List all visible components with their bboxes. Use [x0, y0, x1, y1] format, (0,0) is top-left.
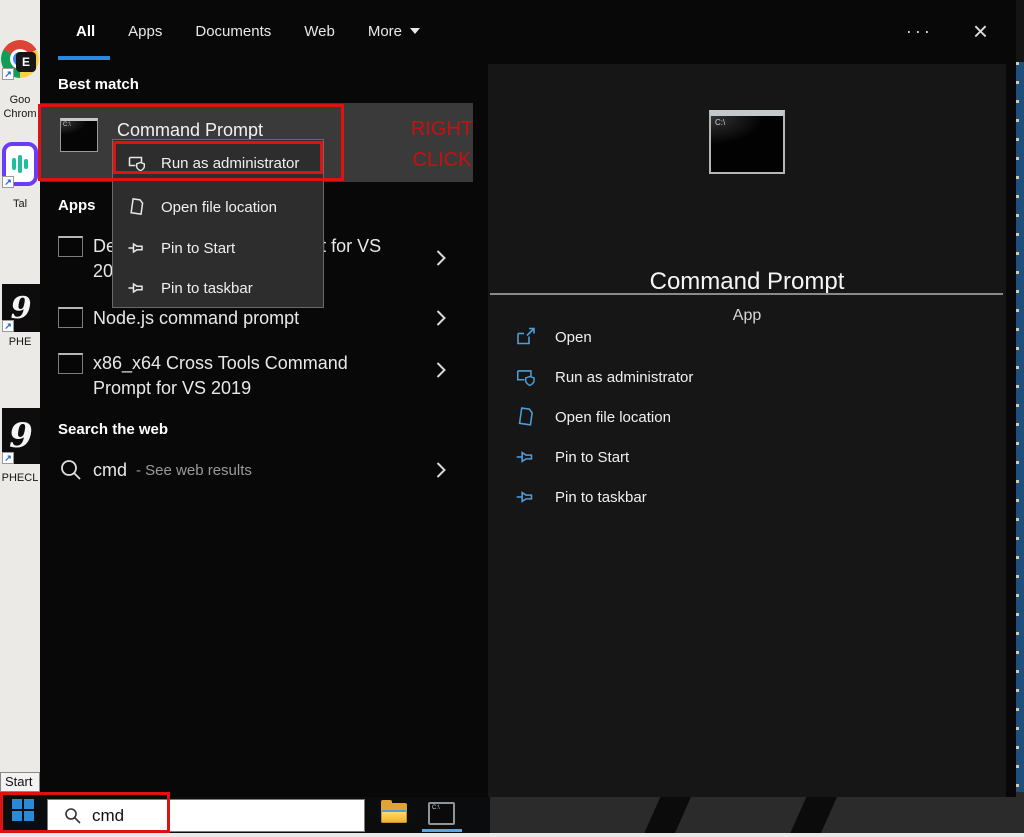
preview-action-pin-to-taskbar[interactable]: Pin to taskbar	[488, 483, 1006, 511]
shortcut-arrow-icon: ↗	[2, 452, 14, 464]
app-title: Node.js command prompt	[93, 308, 300, 328]
command-prompt-icon	[58, 353, 83, 374]
app-row-x86-x64[interactable]: x86_x64 Cross Tools Command Prompt for V…	[40, 349, 473, 403]
web-query: cmd	[93, 460, 128, 480]
search-web-header: Search the web	[58, 421, 169, 438]
chrome-label: Goo	[9, 94, 31, 106]
file-explorer-icon[interactable]	[381, 800, 407, 823]
annotation-line2: CLICK	[412, 149, 472, 171]
context-item-label: Pin to Start	[161, 239, 236, 257]
preview-action-label: Open file location	[555, 408, 671, 426]
chevron-right-icon[interactable]	[435, 308, 447, 328]
preview-title: Command Prompt	[649, 268, 845, 295]
web-suffix: - See web results	[136, 462, 252, 479]
more-options-icon[interactable]: ···	[906, 22, 933, 40]
context-open-file-location[interactable]: Open file location	[113, 189, 323, 225]
shortcut-arrow-icon: ↗	[2, 320, 14, 332]
pin-icon	[128, 242, 143, 254]
tab-web[interactable]: Web	[304, 23, 335, 40]
shortcut-arrow-icon: ↗	[2, 176, 14, 188]
close-icon[interactable]: ×	[973, 18, 988, 44]
folder-icon	[518, 407, 533, 426]
panel-right-edge	[1016, 0, 1024, 62]
chevron-right-icon[interactable]	[435, 360, 447, 380]
apps-header: Apps	[58, 197, 96, 214]
phecl-label: PHECL	[1, 472, 39, 484]
chrome-label-2: Chrom	[3, 108, 37, 120]
preview-action-label: Pin to Start	[555, 448, 630, 466]
tab-documents[interactable]: Documents	[195, 23, 271, 40]
app-row-nodejs[interactable]: Node.js command prompt	[40, 305, 473, 333]
preview-action-label: Pin to taskbar	[555, 488, 647, 506]
annotation-line1: RIGHT	[410, 118, 474, 140]
cmd-active-indicator	[422, 829, 462, 832]
context-pin-to-start[interactable]: Pin to Start	[113, 230, 323, 266]
tab-more-label: More	[367, 22, 403, 40]
annotation-box-search	[0, 792, 170, 833]
chevron-down-icon	[410, 28, 421, 34]
best-match-header: Best match	[58, 76, 139, 93]
preview-action-label: Run as administrator	[555, 368, 694, 386]
folder-icon	[130, 198, 144, 215]
tab-all[interactable]: All	[76, 23, 95, 40]
app-title-line2: Prompt for VS 2019	[93, 378, 252, 398]
cmd-taskbar-icon[interactable]: C:\	[428, 802, 455, 825]
context-item-label: Open file location	[161, 198, 277, 216]
preview-action-pin-to-start[interactable]: Pin to Start	[488, 443, 1006, 471]
command-prompt-icon-large: C:\	[709, 110, 785, 174]
screen-bottom-edge	[0, 833, 1024, 837]
search-tabbar: All Apps Documents Web More	[40, 0, 1016, 62]
desktop: E ↗ Goo Chrom ↗ Tal 9 ↗ PHE 9 ↗ PHECL	[0, 0, 40, 790]
phe-label: PHE	[8, 336, 32, 348]
web-result-row[interactable]: cmd - See web results	[40, 455, 473, 487]
pin-icon	[128, 282, 143, 294]
shortcut-arrow-icon: ↗	[2, 68, 14, 80]
divider	[490, 293, 1003, 295]
preview-action-open[interactable]: Open	[488, 323, 1006, 351]
run-as-admin-icon	[516, 370, 535, 387]
annotation-box-run-as-admin	[113, 141, 323, 174]
open-icon	[517, 327, 535, 345]
annotation-right-click-text: RIGHT CLICK	[402, 114, 482, 176]
preview-pane: C:\ Command Prompt App Open Run as admin…	[488, 64, 1006, 797]
chevron-right-icon[interactable]	[435, 460, 447, 480]
pin-icon	[516, 451, 533, 463]
preview-action-run-as-administrator[interactable]: Run as administrator	[488, 363, 1006, 391]
context-item-label: Pin to taskbar	[161, 279, 253, 297]
active-tab-underline	[58, 56, 110, 60]
pin-icon	[516, 491, 533, 503]
command-prompt-icon	[58, 236, 83, 257]
e-badge-icon: E	[16, 52, 36, 72]
screen: E ↗ Goo Chrom ↗ Tal 9 ↗ PHE 9 ↗ PHECL cm…	[0, 0, 1024, 837]
start-tooltip: Start	[0, 772, 40, 792]
preview-action-open-file-location[interactable]: Open file location	[488, 403, 1006, 431]
talk-label: Tal	[12, 198, 28, 210]
tab-apps[interactable]: Apps	[128, 23, 162, 40]
search-icon	[61, 460, 81, 480]
command-prompt-icon	[58, 307, 83, 328]
context-pin-to-taskbar[interactable]: Pin to taskbar	[113, 270, 323, 306]
background-window-sliver	[1016, 62, 1024, 792]
chevron-right-icon[interactable]	[435, 248, 447, 268]
app-title-line1: x86_x64 Cross Tools Command	[93, 353, 348, 373]
tab-more[interactable]: More	[367, 22, 421, 40]
preview-action-label: Open	[555, 328, 592, 346]
